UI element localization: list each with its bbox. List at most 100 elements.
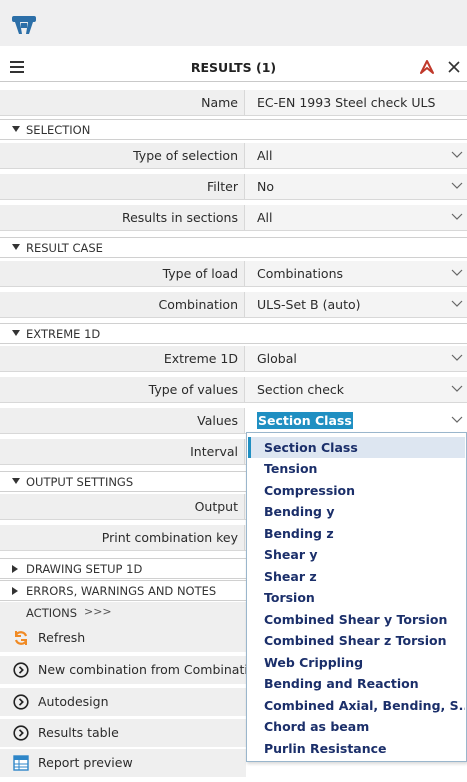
dropdown-option[interactable]: Compression bbox=[248, 480, 465, 501]
type-of-load-select[interactable]: Combinations bbox=[244, 261, 467, 286]
refresh-icon bbox=[14, 631, 28, 645]
autodesign-action[interactable]: Autodesign bbox=[0, 688, 246, 716]
dropdown-option[interactable]: Web Crippling bbox=[248, 652, 465, 673]
refresh-action[interactable]: Refresh bbox=[0, 624, 246, 652]
dropdown-option[interactable]: Chord as beam bbox=[248, 716, 465, 737]
select-value: Section check bbox=[257, 382, 345, 397]
print-combination-key-label: Print combination key bbox=[101, 530, 238, 545]
actions-title: ACTIONS bbox=[26, 606, 78, 620]
extreme-1d-row: Extreme 1D Global bbox=[0, 346, 467, 372]
section-title: DRAWING SETUP 1D bbox=[26, 562, 143, 576]
expand-triangle-icon bbox=[12, 565, 18, 573]
table-icon bbox=[13, 755, 29, 771]
action-label: Refresh bbox=[38, 630, 86, 645]
action-label: New combination from Combinations bbox=[38, 662, 270, 677]
type-of-load-label: Type of load bbox=[162, 266, 238, 281]
select-value: No bbox=[257, 179, 274, 194]
results-table-action[interactable]: Results table bbox=[0, 719, 246, 747]
collapse-triangle-icon bbox=[12, 244, 20, 250]
select-value: Global bbox=[257, 351, 297, 366]
chevron-down-icon bbox=[451, 416, 463, 423]
results-in-sections-label: Results in sections bbox=[121, 210, 238, 225]
circle-chevron-icon bbox=[13, 725, 29, 741]
values-select[interactable]: Section Class bbox=[244, 408, 467, 433]
scia-logo-icon bbox=[12, 16, 36, 34]
chevron-down-icon bbox=[451, 354, 463, 361]
collapse-triangle-icon bbox=[12, 330, 20, 336]
type-of-values-select[interactable]: Section check bbox=[244, 377, 467, 402]
name-field[interactable]: EC-EN 1993 Steel check ULS bbox=[244, 90, 467, 115]
select-value: Section Class bbox=[257, 412, 353, 429]
output-label: Output bbox=[194, 499, 238, 514]
section-title: SELECTION bbox=[26, 123, 91, 137]
action-label: Report preview bbox=[38, 755, 133, 770]
action-label: Autodesign bbox=[38, 694, 109, 709]
dropdown-option[interactable]: Bending y bbox=[248, 501, 465, 522]
values-row: Values Section Class bbox=[0, 408, 467, 434]
chevron-down-icon bbox=[451, 151, 463, 158]
type-of-values-label: Type of values bbox=[148, 382, 238, 397]
dropdown-option[interactable]: Bending and Reaction bbox=[248, 673, 465, 694]
chevron-down-icon bbox=[451, 385, 463, 392]
interval-label: Interval bbox=[190, 444, 238, 459]
results-in-sections-select[interactable]: All bbox=[244, 205, 467, 230]
dropdown-option[interactable]: Shear z bbox=[248, 566, 465, 587]
section-title: RESULT CASE bbox=[26, 241, 103, 255]
actions-header[interactable]: ACTIONS >>> bbox=[0, 602, 246, 624]
app-toolbar bbox=[0, 0, 467, 46]
select-value: Combinations bbox=[257, 266, 343, 281]
type-of-selection-label: Type of selection bbox=[133, 148, 238, 163]
combination-row: Combination ULS-Set B (auto) bbox=[0, 292, 467, 318]
dropdown-option[interactable]: Bending z bbox=[248, 523, 465, 544]
results-in-sections-row: Results in sections All bbox=[0, 205, 467, 231]
section-title: ERRORS, WARNINGS AND NOTES bbox=[26, 584, 217, 598]
filter-select[interactable]: No bbox=[244, 174, 467, 199]
circle-chevron-icon bbox=[13, 694, 29, 710]
chevron-down-icon bbox=[451, 300, 463, 307]
type-of-selection-select[interactable]: All bbox=[244, 143, 467, 168]
extreme-1d-label: Extreme 1D bbox=[163, 351, 238, 366]
values-label: Values bbox=[197, 413, 238, 428]
combination-label: Combination bbox=[158, 297, 239, 312]
chevron-down-icon bbox=[451, 182, 463, 189]
report-preview-action[interactable]: Report preview bbox=[0, 749, 246, 777]
name-label: Name bbox=[201, 95, 238, 110]
panel-header: RESULTS (1) bbox=[0, 55, 467, 82]
close-icon[interactable] bbox=[446, 58, 462, 76]
dropdown-option[interactable]: Shear y bbox=[248, 544, 465, 565]
dropdown-option[interactable]: Torsion bbox=[248, 587, 465, 608]
dropdown-option[interactable]: Combined Axial, Bending, S... bbox=[248, 695, 465, 716]
section-selection[interactable]: SELECTION bbox=[0, 119, 467, 140]
circle-chevron-icon bbox=[13, 662, 29, 678]
collapse-triangle-icon bbox=[12, 126, 20, 132]
select-value: All bbox=[257, 148, 273, 163]
more-actions-icon[interactable]: >>> bbox=[84, 605, 112, 618]
extreme-1d-select[interactable]: Global bbox=[244, 346, 467, 371]
chevron-down-icon bbox=[451, 269, 463, 276]
expand-triangle-icon bbox=[12, 587, 18, 595]
dropdown-option[interactable]: Combined Shear z Torsion bbox=[248, 630, 465, 651]
chevron-down-icon bbox=[451, 213, 463, 220]
select-value: All bbox=[257, 210, 273, 225]
filter-label: Filter bbox=[207, 179, 238, 194]
action-label: Results table bbox=[38, 725, 119, 740]
collapse-triangle-icon bbox=[12, 478, 20, 484]
dropdown-option[interactable]: Tension bbox=[248, 458, 465, 479]
section-result-case[interactable]: RESULT CASE bbox=[0, 237, 467, 258]
values-dropdown-list[interactable]: Section Class Tension Compression Bendin… bbox=[246, 432, 467, 762]
type-of-load-row: Type of load Combinations bbox=[0, 261, 467, 287]
new-combination-action[interactable]: New combination from Combinations bbox=[0, 656, 270, 684]
dropdown-option[interactable]: Purlin Resistance bbox=[248, 738, 465, 759]
section-title: EXTREME 1D bbox=[26, 327, 101, 341]
dropdown-option[interactable]: Section Class bbox=[248, 437, 465, 458]
filter-row: Filter No bbox=[0, 174, 467, 200]
panel-title: RESULTS (1) bbox=[190, 60, 277, 75]
section-extreme-1d[interactable]: EXTREME 1D bbox=[0, 323, 467, 344]
dropdown-option[interactable]: Combined Shear y Torsion bbox=[248, 609, 465, 630]
select-value: ULS-Set B (auto) bbox=[257, 297, 361, 312]
combination-select[interactable]: ULS-Set B (auto) bbox=[244, 292, 467, 317]
name-row: Name EC-EN 1993 Steel check ULS bbox=[0, 90, 467, 116]
type-of-values-row: Type of values Section check bbox=[0, 377, 467, 403]
type-of-selection-row: Type of selection All bbox=[0, 143, 467, 169]
pin-icon[interactable] bbox=[418, 58, 436, 76]
